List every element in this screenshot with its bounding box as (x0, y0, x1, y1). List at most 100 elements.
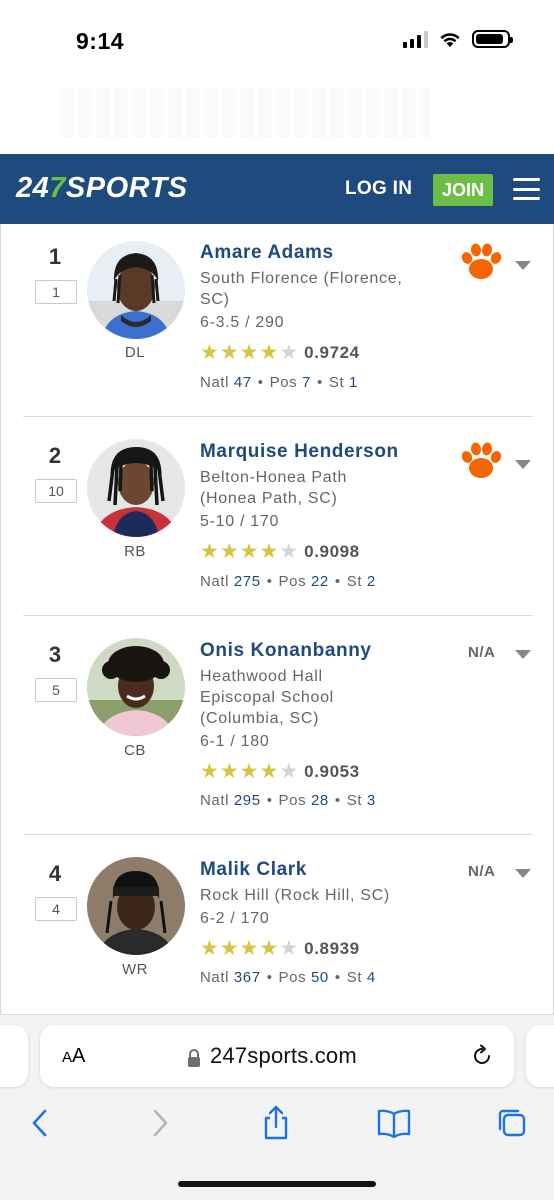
back-button[interactable] (20, 1101, 60, 1145)
star-icon: ★ (200, 760, 219, 783)
pos-rank-link[interactable]: 50 (311, 969, 329, 986)
rankings-list: 1 1 DL Amare Adams South Florence (Flore… (0, 224, 554, 1014)
player-photo-image (87, 638, 185, 736)
star-icon: ★ (219, 341, 239, 364)
player-photo-image (87, 857, 185, 955)
st-label: St (346, 573, 363, 590)
player-photo[interactable] (87, 857, 185, 955)
star-icon: ★ (219, 760, 239, 783)
player-name-link[interactable]: Onis Konanbanny (200, 640, 372, 662)
battery-icon (472, 30, 513, 48)
star-empty-icon: ★ (279, 937, 299, 960)
chevron-down-icon[interactable] (515, 261, 531, 270)
home-indicator[interactable] (178, 1181, 376, 1187)
ad-placeholder (0, 80, 554, 154)
star-empty-icon: ★ (279, 760, 299, 783)
position-label: WR (122, 961, 148, 978)
share-button[interactable] (256, 1101, 296, 1145)
star-icon: ★ (259, 540, 279, 563)
hamburger-menu-icon[interactable] (513, 178, 540, 200)
reload-icon[interactable] (470, 1044, 494, 1068)
browser-toolbar (0, 1101, 554, 1161)
bookmarks-button[interactable] (374, 1101, 414, 1145)
url-text[interactable]: 247sports.com (210, 1043, 357, 1069)
star-icon: ★ (259, 341, 279, 364)
rank-number: 1 (48, 244, 62, 269)
st-label: St (328, 374, 345, 391)
browser-bottom-bar: AA 247sports.com (0, 1014, 554, 1200)
address-bar[interactable]: AA 247sports.com (40, 1025, 514, 1087)
previous-rank-badge: 5 (35, 678, 77, 702)
player-school: Heathwood Hall Episcopal School (Columbi… (200, 666, 440, 729)
player-photo[interactable] (87, 241, 185, 339)
commit-status: N/A (468, 644, 496, 661)
rating-score: 0.9053 (304, 762, 360, 781)
player-school: South Florence (Florence, SC) (200, 268, 440, 310)
natl-rank-link[interactable]: 367 (234, 969, 261, 986)
natl-rank-link[interactable]: 275 (234, 573, 261, 590)
position-label: CB (124, 742, 146, 759)
join-button[interactable]: JOIN (433, 174, 493, 206)
player-school: Belton-Honea Path (Honea Path, SC) (200, 467, 440, 509)
position-label: DL (124, 344, 146, 361)
forward-button[interactable] (140, 1101, 180, 1145)
player-name-link[interactable]: Amare Adams (200, 242, 334, 264)
natl-label: Natl (200, 374, 230, 391)
state-rank-link[interactable]: 4 (367, 969, 376, 986)
star-icon: ★ (200, 341, 219, 364)
previous-tab-preview[interactable] (0, 1025, 28, 1087)
tabs-button[interactable] (492, 1101, 532, 1145)
natl-rank-link[interactable]: 47 (234, 374, 252, 391)
login-link[interactable]: LOG IN (345, 178, 412, 200)
player-photo[interactable] (87, 439, 185, 537)
st-label: St (346, 969, 363, 986)
school-line: Episcopal School (200, 689, 334, 706)
commit-status: N/A (468, 863, 496, 880)
share-icon (264, 1105, 288, 1140)
player-name-link[interactable]: Malik Clark (200, 859, 307, 881)
rating-row: ★ ★ ★ ★ ★ 0.9053 (200, 760, 360, 783)
school-line: Rock Hill (Rock Hill, SC) (200, 887, 390, 904)
reader-settings-button[interactable]: AA (62, 1045, 85, 1068)
state-rank-link[interactable]: 3 (367, 792, 376, 809)
aa-large: A (72, 1045, 86, 1067)
chevron-right-icon (153, 1109, 168, 1137)
rating-row: ★ ★ ★ ★ ★ 0.9724 (200, 341, 360, 364)
logo-seven: 7 (49, 172, 66, 204)
school-line: South Florence (Florence, (200, 270, 403, 287)
state-rank-link[interactable]: 1 (349, 374, 358, 391)
player-name-link[interactable]: Marquise Henderson (200, 441, 399, 463)
player-photo[interactable] (87, 638, 185, 736)
wifi-icon (440, 33, 460, 47)
clemson-paw-logo-icon[interactable] (459, 441, 503, 481)
clemson-paw-logo-icon[interactable] (459, 242, 503, 282)
site-logo[interactable]: 247SPORTS (16, 172, 188, 205)
star-empty-icon: ★ (279, 540, 299, 563)
divider (23, 834, 533, 835)
star-icon: ★ (259, 937, 279, 960)
chevron-down-icon[interactable] (515, 650, 531, 659)
status-bar: 9:14 (0, 0, 554, 80)
chevron-down-icon[interactable] (515, 460, 531, 469)
natl-label: Natl (200, 969, 230, 986)
state-rank-link[interactable]: 2 (367, 573, 376, 590)
pos-rank-link[interactable]: 28 (311, 792, 329, 809)
status-icons (403, 30, 513, 48)
natl-rank-link[interactable]: 295 (234, 792, 261, 809)
rankings-row: Natl 295 • Pos 28 • St 3 (200, 792, 376, 809)
previous-rank-badge: 1 (35, 280, 77, 304)
divider (23, 416, 533, 417)
pos-rank-link[interactable]: 7 (302, 374, 311, 391)
previous-rank-badge: 10 (35, 479, 77, 503)
book-icon (377, 1109, 411, 1138)
chevron-down-icon[interactable] (515, 869, 531, 878)
star-empty-icon: ★ (279, 341, 299, 364)
school-line: Heathwood Hall (200, 668, 323, 685)
rating-row: ★ ★ ★ ★ ★ 0.9098 (200, 540, 360, 563)
star-icon: ★ (219, 937, 239, 960)
pos-rank-link[interactable]: 22 (311, 573, 329, 590)
ad-ghost-image (60, 88, 430, 138)
natl-label: Natl (200, 573, 230, 590)
next-tab-preview[interactable] (526, 1025, 554, 1087)
star-icon: ★ (200, 937, 219, 960)
